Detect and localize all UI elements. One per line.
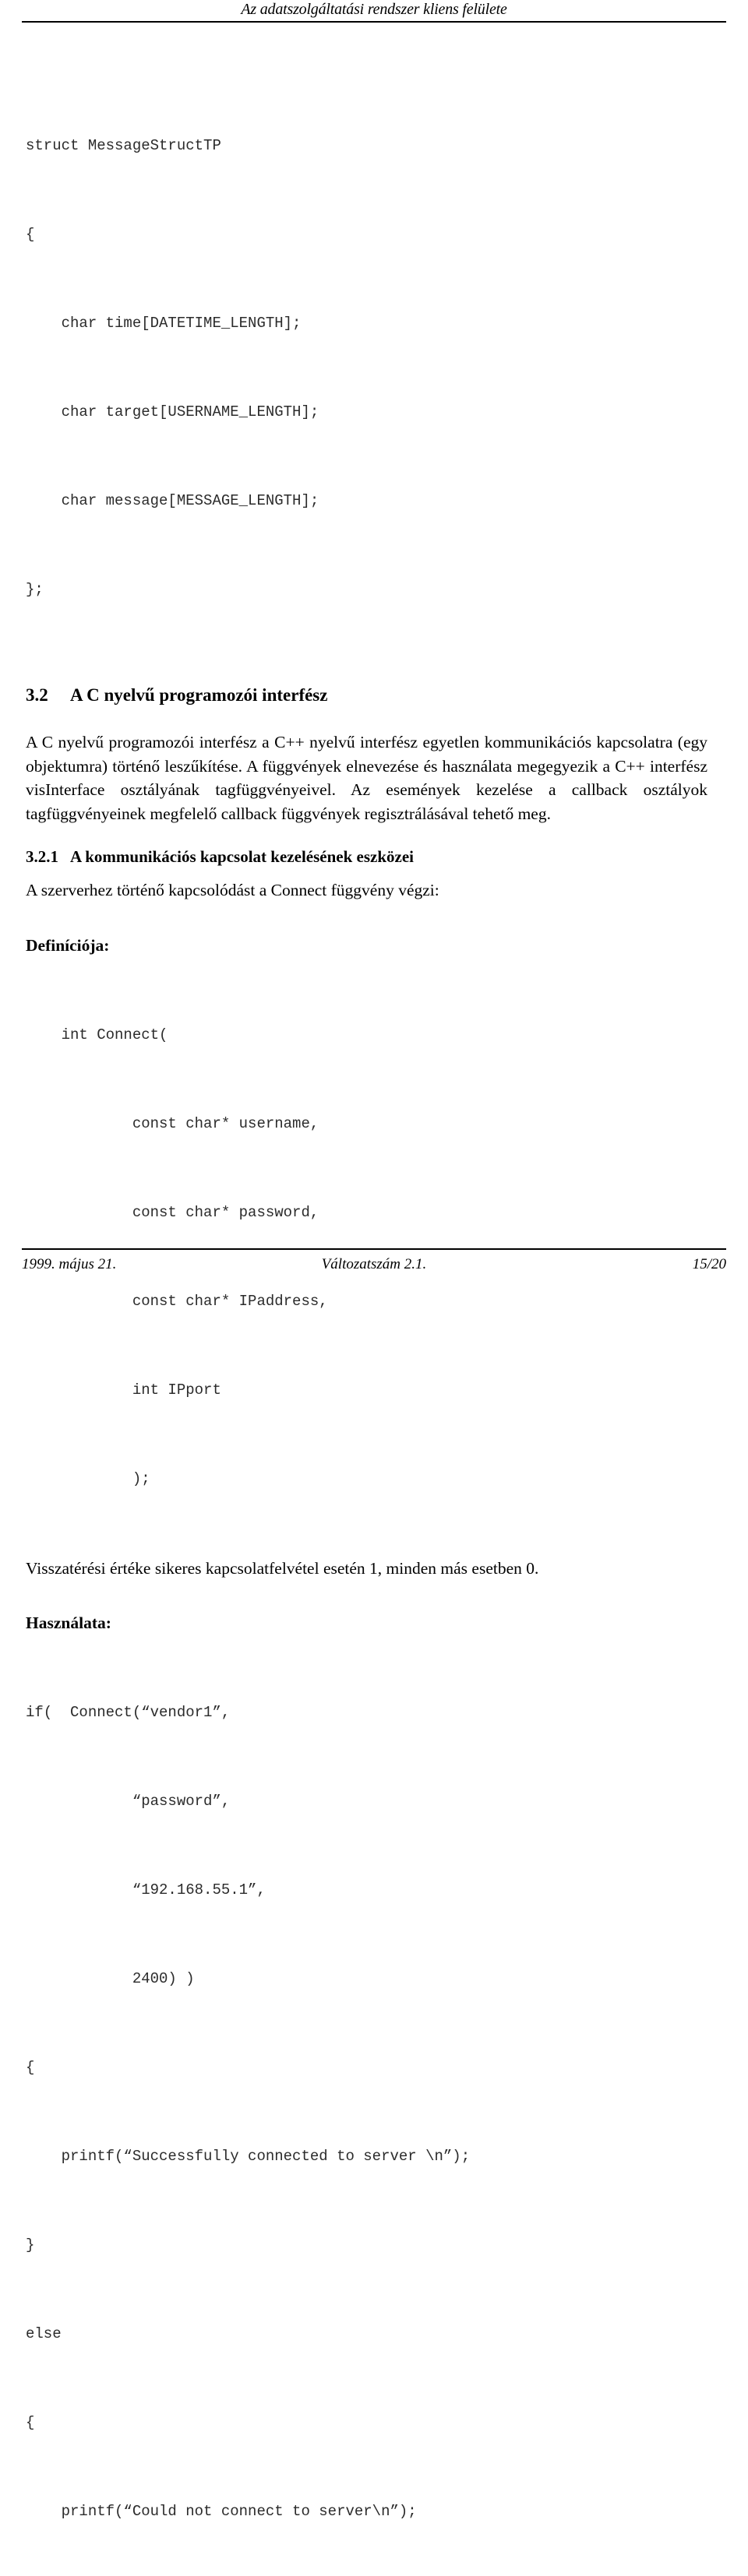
section-heading-3-2: 3.2 A C nyelvű programozói interfész xyxy=(26,684,707,707)
footer-row: 1999. május 21. Változatszám 2.1. 15/20 xyxy=(22,1255,726,1274)
subsection-number: 3.2.1 xyxy=(26,847,58,866)
paragraph-return-value: Visszatérési értéke sikeres kapcsolatfel… xyxy=(26,1558,539,1578)
code-line: else xyxy=(26,2325,62,2342)
code-line: char target[USERNAME_LENGTH]; xyxy=(26,403,319,421)
header-divider xyxy=(22,21,726,23)
footer-page-number: 15/20 xyxy=(692,1256,726,1272)
code-line: struct MessageStructTP xyxy=(26,137,221,154)
code-line: { xyxy=(26,226,35,243)
page-content: struct MessageStructTP { char time[DATET… xyxy=(26,72,707,2576)
code-line: }; xyxy=(26,581,44,598)
code-line: int IPport xyxy=(26,1381,221,1399)
subsection-title: A kommunikációs kapcsolat kezelésének es… xyxy=(70,847,414,866)
code-line: if( Connect(“vendor1”, xyxy=(26,1704,231,1721)
code-block-message-struct: struct MessageStructTP { char time[DATET… xyxy=(26,72,707,663)
header-title: Az adatszolgáltatási rendszer kliens fel… xyxy=(241,1,507,18)
footer-version: Változatszám 2.1. xyxy=(321,1256,427,1272)
code-line: const char* password, xyxy=(26,1203,319,1221)
code-line: const char* IPaddress, xyxy=(26,1292,328,1310)
document-page: Az adatszolgáltatási rendszer kliens fel… xyxy=(0,0,748,2520)
code-line: int Connect( xyxy=(26,1026,168,1043)
section-heading-3-2-1: 3.2.1 A kommunikációs kapcsolat kezelésé… xyxy=(26,846,707,867)
code-line: { xyxy=(26,2059,35,2076)
definition-label: Definíciója: xyxy=(26,935,110,955)
section-title: A C nyelvű programozói interfész xyxy=(70,685,328,705)
footer-divider xyxy=(22,1248,726,1250)
code-line: } xyxy=(26,2236,35,2254)
code-line: 2400) ) xyxy=(26,1970,195,1987)
code-line: char time[DATETIME_LENGTH]; xyxy=(26,315,302,332)
usage-label: Használata: xyxy=(26,1614,111,1632)
code-block-connect-usage: if( Connect(“vendor1”, “password”, “192.… xyxy=(26,1638,707,2576)
code-line: char message[MESSAGE_LENGTH]; xyxy=(26,492,319,509)
page-footer: 1999. május 21. Változatszám 2.1. 15/20 xyxy=(22,1248,726,1274)
section-number: 3.2 xyxy=(26,685,48,705)
paragraph-connect-intro: A szerverhez történő kapcsolódást a Conn… xyxy=(26,881,439,899)
paragraph-c-interface: A C nyelvű programozói interfész a C++ n… xyxy=(26,733,707,823)
code-line: const char* username, xyxy=(26,1114,319,1132)
code-line: printf(“Could not connect to server\n”); xyxy=(26,2503,417,2520)
code-line: printf(“Successfully connected to server… xyxy=(26,2148,471,2165)
page-header: Az adatszolgáltatási rendszer kliens fel… xyxy=(22,0,726,23)
code-line: { xyxy=(26,2414,35,2431)
code-line: ); xyxy=(26,1469,150,1487)
code-line: “192.168.55.1”, xyxy=(26,1881,266,1899)
footer-date: 1999. május 21. xyxy=(22,1256,117,1272)
code-line: “password”, xyxy=(26,1793,231,1810)
